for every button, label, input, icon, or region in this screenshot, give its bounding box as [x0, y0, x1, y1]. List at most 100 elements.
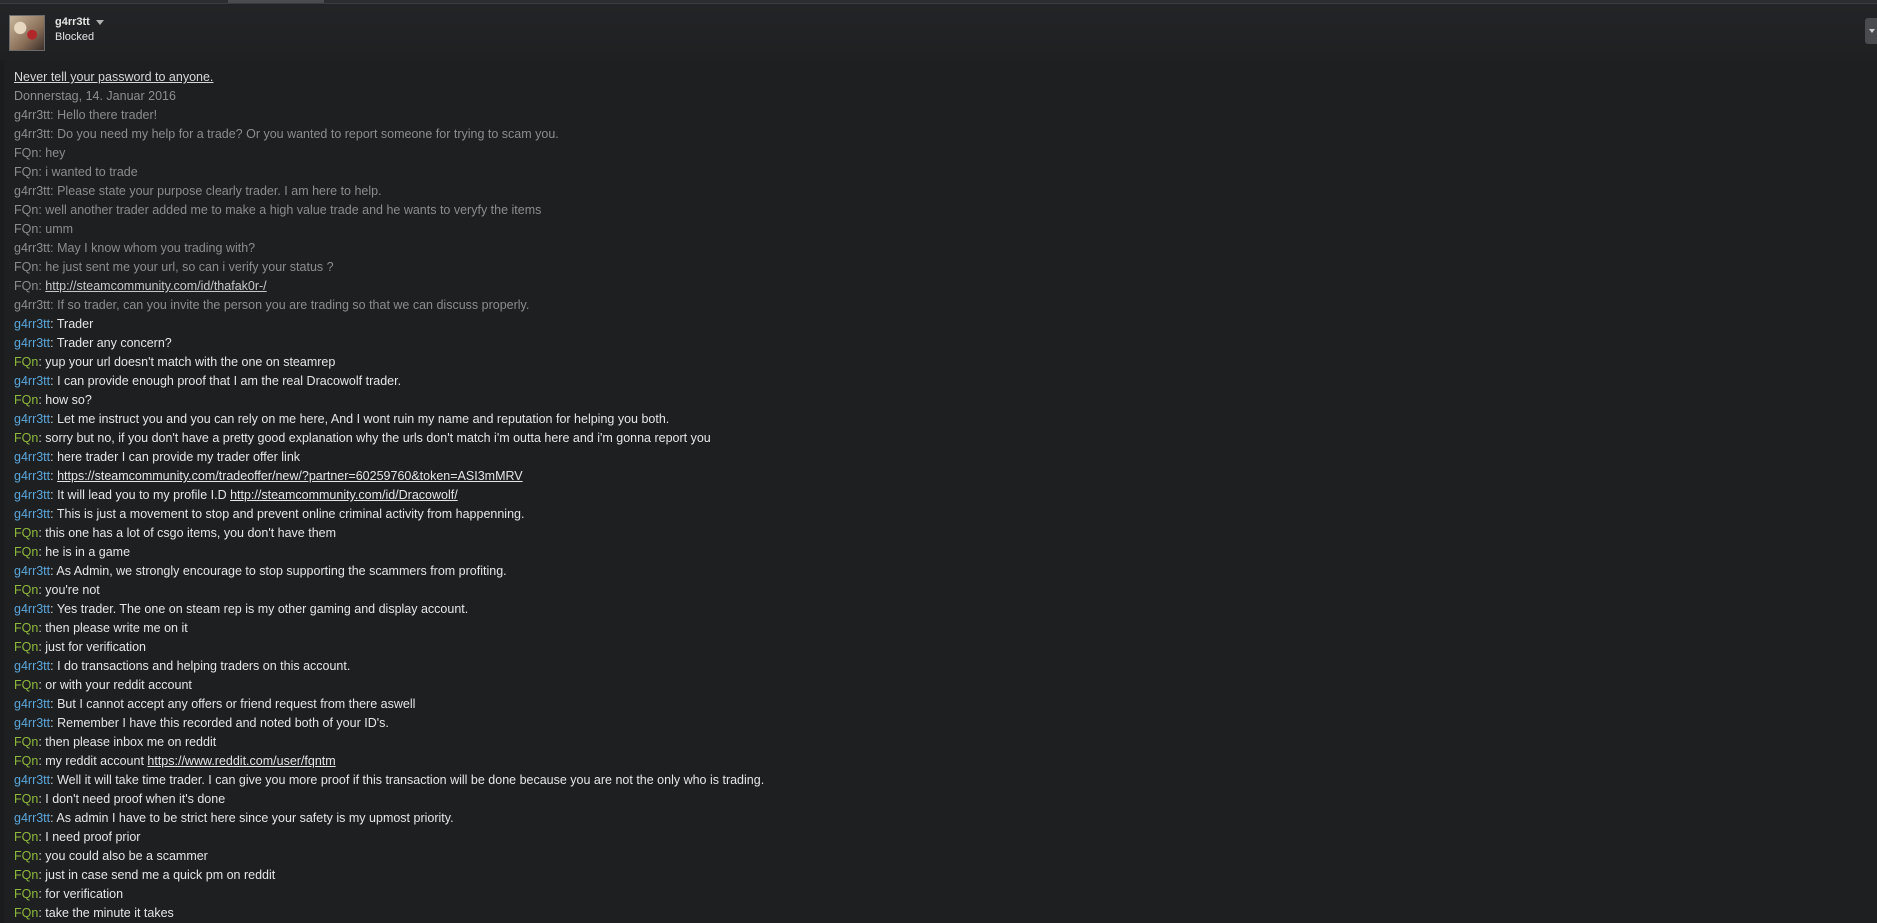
message-sender[interactable]: FQn [14, 526, 38, 540]
chat-message: g4rr3tt: I do transactions and helping t… [14, 657, 1854, 676]
message-sender[interactable]: FQn [14, 222, 38, 236]
user-status: Blocked [55, 31, 95, 43]
message-sender[interactable]: FQn [14, 792, 38, 806]
message-sender[interactable]: g4rr3tt [14, 507, 50, 521]
message-text: this one has a lot of csgo items, you do… [45, 526, 337, 540]
message-sender[interactable]: FQn [14, 203, 38, 217]
message-text: It will lead you to my profile I.D [57, 488, 231, 502]
message-sender[interactable]: g4rr3tt [14, 773, 50, 787]
message-sender[interactable]: FQn [14, 146, 38, 160]
chat-message: g4rr3tt: Trader any concern? [14, 334, 1854, 353]
message-text: As admin I have to be strict here since … [56, 811, 454, 825]
chat-message: g4rr3tt: I can provide enough proof that… [14, 372, 1854, 391]
message-sender[interactable]: g4rr3tt [14, 108, 50, 122]
window-menu-button[interactable] [1865, 18, 1877, 44]
message-sender[interactable]: g4rr3tt [14, 811, 50, 825]
message-text: he just sent me your url, so can i verif… [45, 260, 334, 274]
message-sender[interactable]: g4rr3tt [14, 336, 50, 350]
message-sender[interactable]: FQn [14, 640, 38, 654]
message-text: then please inbox me on reddit [45, 735, 217, 749]
chat-message: g4rr3tt: If so trader, can you invite th… [14, 296, 1854, 315]
message-sender[interactable]: FQn [14, 849, 38, 863]
message-text: sorry but no, if you don't have a pretty… [45, 431, 711, 445]
user-name[interactable]: g4rr3tt [55, 16, 90, 28]
password-warning-link[interactable]: Never tell your password to anyone. [14, 70, 213, 84]
chat-message: FQn: just for verification [14, 638, 1854, 657]
message-sender[interactable]: g4rr3tt [14, 298, 50, 312]
message-text: umm [45, 222, 74, 236]
message-text: I can provide enough proof that I am the… [57, 374, 402, 388]
message-sender[interactable]: FQn [14, 868, 38, 882]
message-text: Please state your purpose clearly trader… [57, 184, 382, 198]
sender-separator: : [50, 507, 57, 521]
message-text: Remember I have this recorded and noted … [57, 716, 389, 730]
message-sender[interactable]: FQn [14, 545, 38, 559]
message-sender[interactable]: g4rr3tt [14, 412, 50, 426]
message-text: you could also be a scammer [45, 849, 208, 863]
message-sender[interactable]: FQn [14, 735, 38, 749]
chat-message: FQn: you could also be a scammer [14, 847, 1854, 866]
chat-message: FQn: this one has a lot of csgo items, y… [14, 524, 1854, 543]
sender-separator: : [50, 336, 57, 350]
chat-message: FQn: he is in a game [14, 543, 1854, 562]
warning-row: Never tell your password to anyone. [14, 68, 1854, 87]
message-sender[interactable]: FQn [14, 431, 38, 445]
message-sender[interactable]: FQn [14, 393, 38, 407]
message-sender[interactable]: g4rr3tt [14, 374, 50, 388]
chat-message: FQn: umm [14, 220, 1854, 239]
message-list: g4rr3tt: Hello there trader! g4rr3tt: Do … [14, 106, 1854, 923]
sender-separator: : [50, 317, 57, 331]
message-sender[interactable]: FQn [14, 279, 38, 293]
chat-message: g4rr3tt: Please state your purpose clear… [14, 182, 1854, 201]
chat-message: g4rr3tt: It will lead you to my profile … [14, 486, 1854, 505]
message-text: just in case send me a quick pm on reddi… [45, 868, 276, 882]
message-text: But I cannot accept any offers or friend… [57, 697, 416, 711]
left-border [0, 60, 4, 923]
message-sender[interactable]: g4rr3tt [14, 450, 50, 464]
message-sender[interactable]: g4rr3tt [14, 317, 50, 331]
message-sender[interactable]: FQn [14, 355, 38, 369]
message-sender[interactable]: g4rr3tt [14, 488, 50, 502]
message-sender[interactable]: g4rr3tt [14, 716, 50, 730]
chat-message: FQn: hey [14, 144, 1854, 163]
message-sender[interactable]: g4rr3tt [14, 602, 50, 616]
message-sender[interactable]: g4rr3tt [14, 469, 50, 483]
message-sender[interactable]: FQn [14, 165, 38, 179]
message-text: yup your url doesn't match with the one … [45, 355, 336, 369]
message-sender[interactable]: FQn [14, 906, 38, 920]
chat-message: g4rr3tt: Hello there trader! [14, 106, 1854, 125]
chat-message: FQn: i wanted to trade [14, 163, 1854, 182]
chevron-down-icon[interactable] [95, 19, 104, 25]
chat-message: g4rr3tt: Let me instruct you and you can… [14, 410, 1854, 429]
message-sender[interactable]: FQn [14, 830, 38, 844]
message-sender[interactable]: FQn [14, 754, 38, 768]
message-sender[interactable]: g4rr3tt [14, 659, 50, 673]
chat-message: FQn: take the minute it takes [14, 904, 1854, 923]
message-text: i wanted to trade [45, 165, 138, 179]
message-sender[interactable]: g4rr3tt [14, 564, 50, 578]
message-link[interactable]: http://steamcommunity.com/id/Dracowolf/ [230, 488, 458, 502]
message-text: This is just a movement to stop and prev… [56, 507, 525, 521]
message-link[interactable]: https://www.reddit.com/user/fqntm [147, 754, 335, 768]
message-sender[interactable]: g4rr3tt [14, 697, 50, 711]
message-text: As Admin, we strongly encourage to stop … [56, 564, 507, 578]
message-sender[interactable]: g4rr3tt [14, 184, 50, 198]
active-tab-indicator[interactable] [228, 0, 324, 3]
message-sender[interactable]: FQn [14, 678, 38, 692]
message-sender[interactable]: FQn [14, 260, 38, 274]
chat-message: FQn: you're not [14, 581, 1854, 600]
message-sender[interactable]: FQn [14, 621, 38, 635]
user-name-row[interactable]: g4rr3tt [55, 16, 104, 28]
message-sender[interactable]: g4rr3tt [14, 241, 50, 255]
message-sender[interactable]: FQn [14, 887, 38, 901]
message-text: how so? [45, 393, 92, 407]
chat-message: FQn: for verification [14, 885, 1854, 904]
message-link[interactable]: https://steamcommunity.com/tradeoffer/ne… [57, 469, 523, 483]
message-sender[interactable]: g4rr3tt [14, 127, 50, 141]
chat-message: FQn: http://steamcommunity.com/id/thafak… [14, 277, 1854, 296]
chat-message: FQn: I need proof prior [14, 828, 1854, 847]
message-link[interactable]: http://steamcommunity.com/id/thafak0r-/ [45, 279, 266, 293]
avatar[interactable] [9, 15, 45, 51]
message-sender[interactable]: FQn [14, 583, 38, 597]
chat-message: g4rr3tt: here trader I can provide my tr… [14, 448, 1854, 467]
